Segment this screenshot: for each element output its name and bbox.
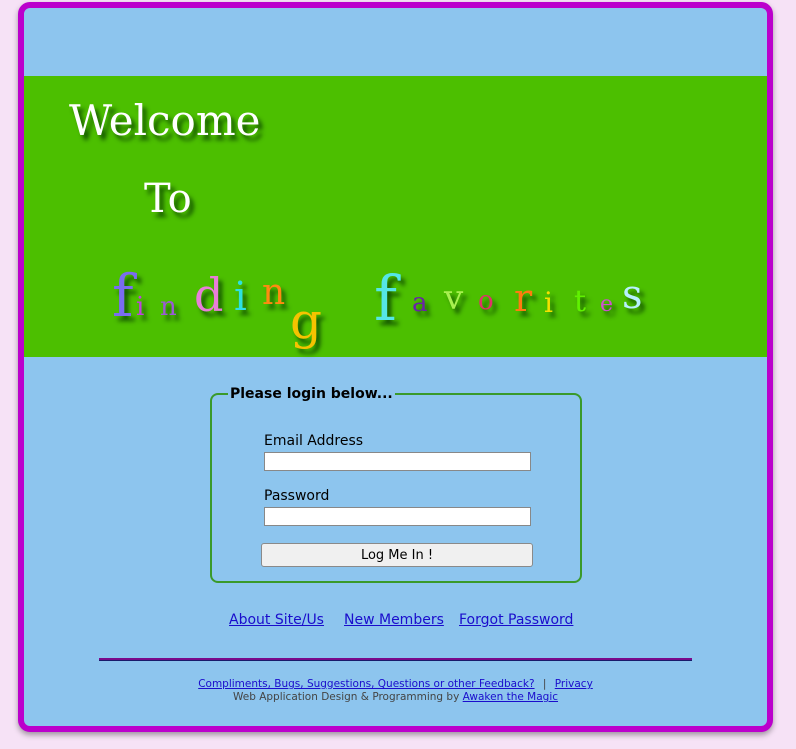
title-letter: s	[622, 272, 643, 318]
title-letter: i	[136, 292, 145, 322]
footer-separator: |	[542, 678, 547, 690]
email-label: Email Address	[264, 433, 364, 449]
email-field[interactable]	[264, 452, 531, 471]
title-letter: v	[444, 278, 464, 318]
login-legend: Please login below...	[230, 386, 393, 402]
login-button[interactable]: Log Me In !	[261, 543, 533, 567]
login-form: Please login below... Email Address Pass…	[210, 386, 582, 583]
page-frame: Welcome To findingfavorites Please login…	[18, 2, 773, 732]
title-letter: n	[262, 272, 286, 313]
footer-divider	[99, 658, 692, 661]
credit-text: Web Application Design & Programming by	[232, 691, 460, 703]
title-letter: i	[544, 286, 553, 319]
title-letter: e	[600, 292, 614, 317]
to-text: To	[144, 176, 192, 222]
password-label: Password	[264, 488, 330, 504]
footer-credit: Web Application Design & Programming by …	[24, 691, 767, 703]
awaken-the-magic-link[interactable]: Awaken the Magic	[463, 691, 558, 703]
privacy-link[interactable]: Privacy	[555, 678, 593, 690]
title-letter: n	[160, 292, 177, 322]
finding-favorites-title: findingfavorites	[112, 248, 672, 350]
title-letter: t	[574, 284, 587, 319]
title-letter: a	[412, 288, 428, 318]
title-letter: i	[234, 274, 247, 320]
footer-links: Compliments, Bugs, Suggestions, Question…	[24, 678, 767, 690]
title-letter: g	[290, 292, 323, 350]
welcome-banner: Welcome To findingfavorites	[24, 76, 767, 357]
about-link[interactable]: About Site/Us	[229, 612, 324, 628]
title-letter: o	[478, 286, 494, 316]
welcome-text: Welcome	[69, 96, 261, 145]
title-letter: r	[514, 276, 533, 320]
feedback-link[interactable]: Compliments, Bugs, Suggestions, Question…	[198, 678, 534, 690]
title-letter: f	[374, 262, 397, 335]
password-field[interactable]	[264, 507, 531, 526]
title-letter: f	[112, 262, 134, 330]
title-letter: d	[194, 268, 224, 322]
forgot-password-link[interactable]: Forgot Password	[459, 612, 573, 628]
new-members-link[interactable]: New Members	[344, 612, 444, 628]
